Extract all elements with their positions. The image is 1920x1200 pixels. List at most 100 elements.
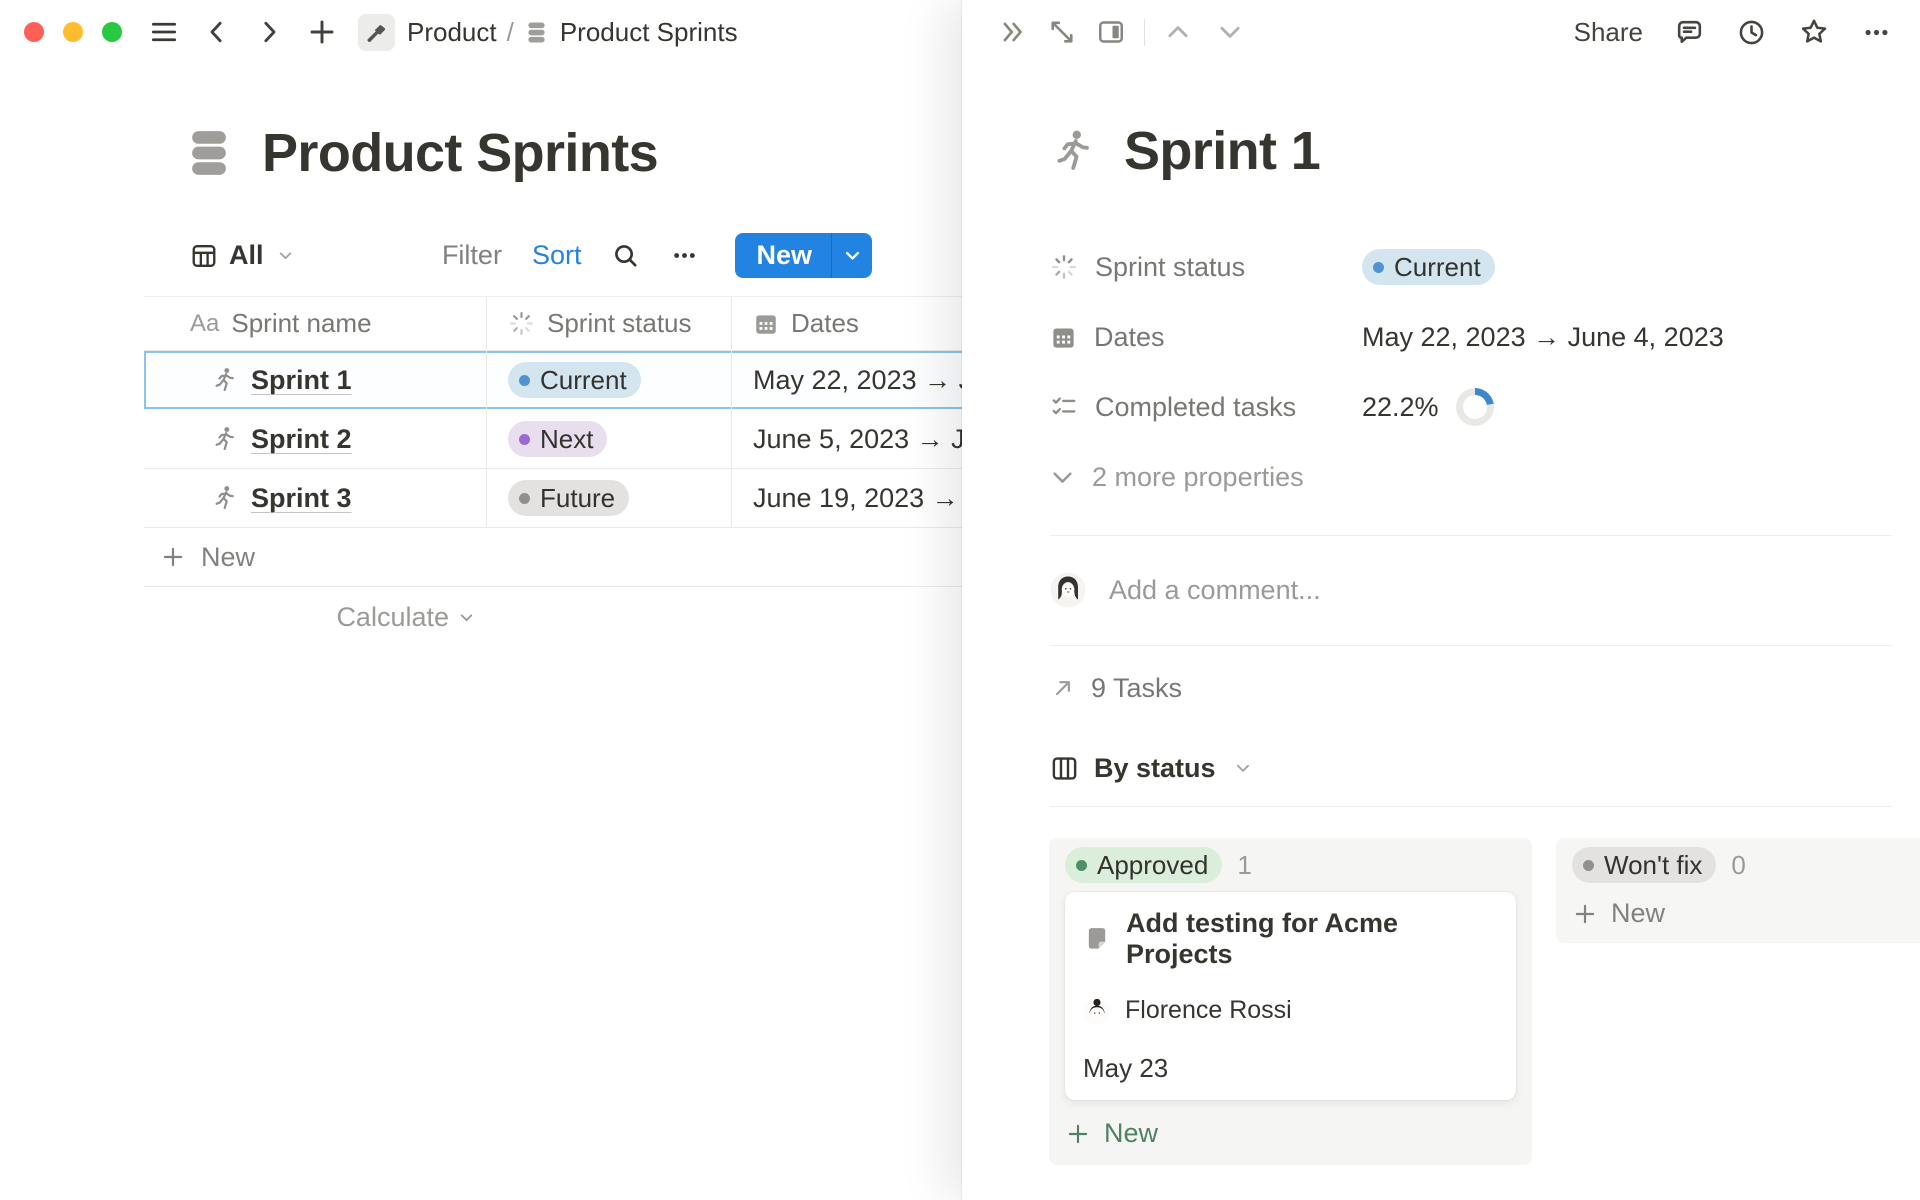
- search-icon[interactable]: [611, 241, 640, 270]
- chevron-down-icon: [1050, 465, 1075, 490]
- next-record-icon[interactable]: [1215, 17, 1245, 47]
- cell-sprint-status[interactable]: Current: [487, 351, 732, 409]
- more-icon[interactable]: [1861, 17, 1892, 48]
- history-icon[interactable]: [1736, 17, 1767, 48]
- property-label-text: Sprint status: [1095, 252, 1245, 283]
- calculate-button[interactable]: Calculate: [144, 587, 487, 647]
- column-header-sprint-status[interactable]: Sprint status: [487, 297, 732, 350]
- runner-icon: [210, 366, 238, 394]
- toolbar-actions: Filter Sort New: [442, 233, 872, 278]
- property-list: Sprint status Current Dates May 22, 2023…: [1050, 232, 1894, 512]
- page-database-icon[interactable]: [186, 126, 232, 180]
- task-card-title-row: Add testing for Acme Projects: [1083, 908, 1498, 970]
- group-label: Approved: [1097, 850, 1208, 881]
- cell-sprint-name[interactable]: Sprint 2: [144, 410, 487, 468]
- related-tasks-link[interactable]: 9 Tasks: [1050, 664, 1182, 712]
- cell-sprint-status[interactable]: Future: [487, 469, 732, 527]
- view-tab-all[interactable]: All: [190, 240, 294, 271]
- group-label: Won't fix: [1604, 850, 1702, 881]
- share-button[interactable]: Share: [1574, 17, 1643, 48]
- task-card[interactable]: Add testing for Acme Projects Florence R…: [1065, 892, 1516, 1100]
- sprint-name-link[interactable]: Sprint 1: [251, 365, 352, 396]
- cell-sprint-name[interactable]: Sprint 1: [144, 351, 487, 409]
- status-pill-label: Current: [540, 365, 627, 396]
- group-count: 1: [1237, 850, 1251, 881]
- board-new-task-button-wont-fix[interactable]: New: [1572, 898, 1904, 929]
- traffic-minimize-button[interactable]: [63, 22, 83, 42]
- favorite-star-icon[interactable]: [1798, 16, 1830, 48]
- runner-icon: [210, 484, 238, 512]
- property-dates: Dates May 22, 2023 → June 4, 2023: [1050, 302, 1894, 372]
- calculate-label: Calculate: [336, 602, 449, 633]
- board-new-label: New: [1104, 1118, 1158, 1149]
- assignee-avatar: [1083, 997, 1111, 1025]
- plus-icon: [1065, 1121, 1091, 1147]
- new-button[interactable]: New: [735, 233, 872, 278]
- close-peek-icon[interactable]: [998, 17, 1028, 47]
- cell-sprint-name[interactable]: Sprint 3: [144, 469, 487, 527]
- more-properties-label: 2 more properties: [1092, 462, 1304, 493]
- forward-icon[interactable]: [254, 17, 284, 47]
- arrow-up-right-icon: [1050, 675, 1076, 701]
- sidebar-menu-icon[interactable]: [148, 16, 180, 48]
- status-pill-label: Future: [540, 483, 615, 514]
- property-label-dates[interactable]: Dates: [1050, 322, 1362, 353]
- task-card-assignee: Florence Rossi: [1083, 996, 1498, 1025]
- new-button-chevron-icon[interactable]: [832, 233, 872, 278]
- peek-topbar: Share: [962, 0, 1920, 64]
- board-view-label: By status: [1094, 753, 1216, 784]
- add-comment-input[interactable]: Add a comment...: [1050, 566, 1321, 614]
- column-label: Dates: [791, 308, 859, 339]
- previous-record-icon[interactable]: [1163, 17, 1193, 47]
- comments-icon[interactable]: [1674, 17, 1705, 48]
- traffic-close-button[interactable]: [24, 22, 44, 42]
- calendar-icon: [1050, 324, 1077, 351]
- group-pill-wont-fix: Won't fix: [1572, 847, 1716, 883]
- more-options-icon[interactable]: [670, 241, 699, 270]
- peek-title[interactable]: Sprint 1: [1124, 120, 1320, 182]
- property-label-completed-tasks[interactable]: Completed tasks: [1050, 392, 1362, 423]
- status-dot: [519, 434, 530, 445]
- cell-sprint-status[interactable]: Next: [487, 410, 732, 468]
- property-value-dates[interactable]: May 22, 2023 → June 4, 2023: [1362, 322, 1724, 353]
- breadcrumb-team[interactable]: Product: [407, 17, 497, 48]
- more-properties-button[interactable]: 2 more properties: [1050, 442, 1894, 512]
- status-dot: [1373, 262, 1384, 273]
- property-label-sprint-status[interactable]: Sprint status: [1050, 252, 1362, 283]
- board-view-selector[interactable]: By status: [1050, 744, 1252, 792]
- divider: [1050, 806, 1892, 807]
- group-header-wont-fix[interactable]: Won't fix 0: [1572, 846, 1904, 884]
- new-page-icon[interactable]: [306, 16, 338, 48]
- column-header-sprint-name[interactable]: Aa Sprint name: [144, 297, 487, 350]
- group-pill-approved: Approved: [1065, 847, 1222, 883]
- progress-ring: [1456, 388, 1494, 426]
- filter-button[interactable]: Filter: [442, 240, 502, 271]
- board-column-wont-fix: Won't fix 0 New: [1556, 838, 1920, 943]
- property-value-completed-tasks[interactable]: 22.2%: [1362, 388, 1494, 426]
- status-pill-future: Future: [508, 480, 629, 516]
- side-peek-icon[interactable]: [1096, 17, 1126, 47]
- new-button-label[interactable]: New: [735, 233, 831, 278]
- divider: [1050, 535, 1892, 536]
- traffic-zoom-button[interactable]: [102, 22, 122, 42]
- expand-page-icon[interactable]: [1047, 17, 1077, 47]
- runner-icon[interactable]: [1048, 127, 1096, 175]
- table-new-label: New: [201, 542, 255, 573]
- back-icon[interactable]: [202, 17, 232, 47]
- breadcrumb-page[interactable]: Product Sprints: [560, 17, 738, 48]
- sort-button[interactable]: Sort: [532, 240, 582, 271]
- group-count: 0: [1731, 850, 1745, 881]
- teamspace-hammer-icon[interactable]: [358, 14, 395, 51]
- task-card-title: Add testing for Acme Projects: [1126, 908, 1498, 970]
- chevron-down-icon: [1234, 759, 1252, 777]
- board-new-task-button-approved[interactable]: New: [1065, 1118, 1516, 1149]
- property-label-text: Dates: [1094, 322, 1165, 353]
- group-header-approved[interactable]: Approved 1: [1065, 846, 1516, 884]
- window-topbar: Product / Product Sprints: [0, 0, 738, 64]
- sprint-name-link[interactable]: Sprint 2: [251, 424, 352, 455]
- view-toolbar: All Filter Sort New: [190, 233, 872, 278]
- sprint-name-link[interactable]: Sprint 3: [251, 483, 352, 514]
- page-title[interactable]: Product Sprints: [262, 122, 658, 184]
- property-label-text: Completed tasks: [1095, 392, 1296, 423]
- property-value-sprint-status[interactable]: Current: [1362, 249, 1495, 285]
